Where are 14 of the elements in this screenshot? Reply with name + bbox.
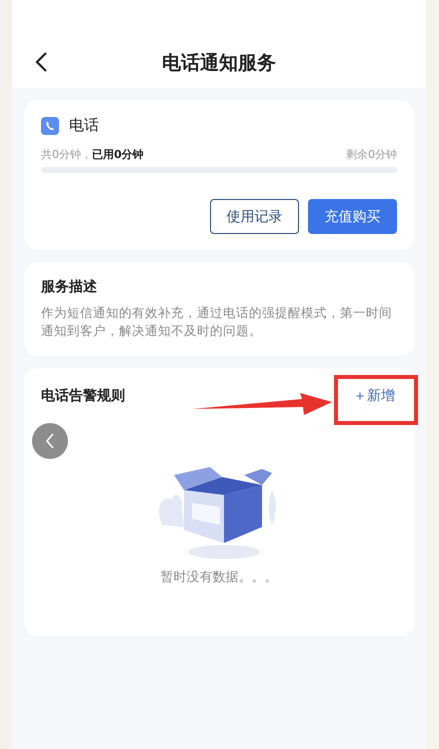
- add-link[interactable]: ＋新增: [353, 387, 395, 405]
- usage-text: 共0分钟，已用0分钟: [41, 147, 144, 162]
- card-title: 电话: [69, 116, 99, 135]
- chevron-left-icon: [45, 433, 55, 449]
- page-title: 电话通知服务: [162, 51, 276, 76]
- remaining-text: 剩余0分钟: [346, 147, 397, 162]
- recharge-button[interactable]: 充值购买: [308, 199, 397, 234]
- phone-icon: [41, 116, 59, 134]
- description-text: 作为短信通知的有效补充，通过电话的强提醒模式，第一时间通知到客户，解决通知不及时的问题。: [41, 304, 393, 340]
- records-button[interactable]: 使用记录: [210, 199, 299, 234]
- section-title: 服务描述: [41, 278, 98, 296]
- empty-state-text: 暂时没有数据。。。: [160, 569, 278, 586]
- section-title: 电话告警规则: [41, 387, 125, 405]
- back-icon[interactable]: [34, 51, 48, 73]
